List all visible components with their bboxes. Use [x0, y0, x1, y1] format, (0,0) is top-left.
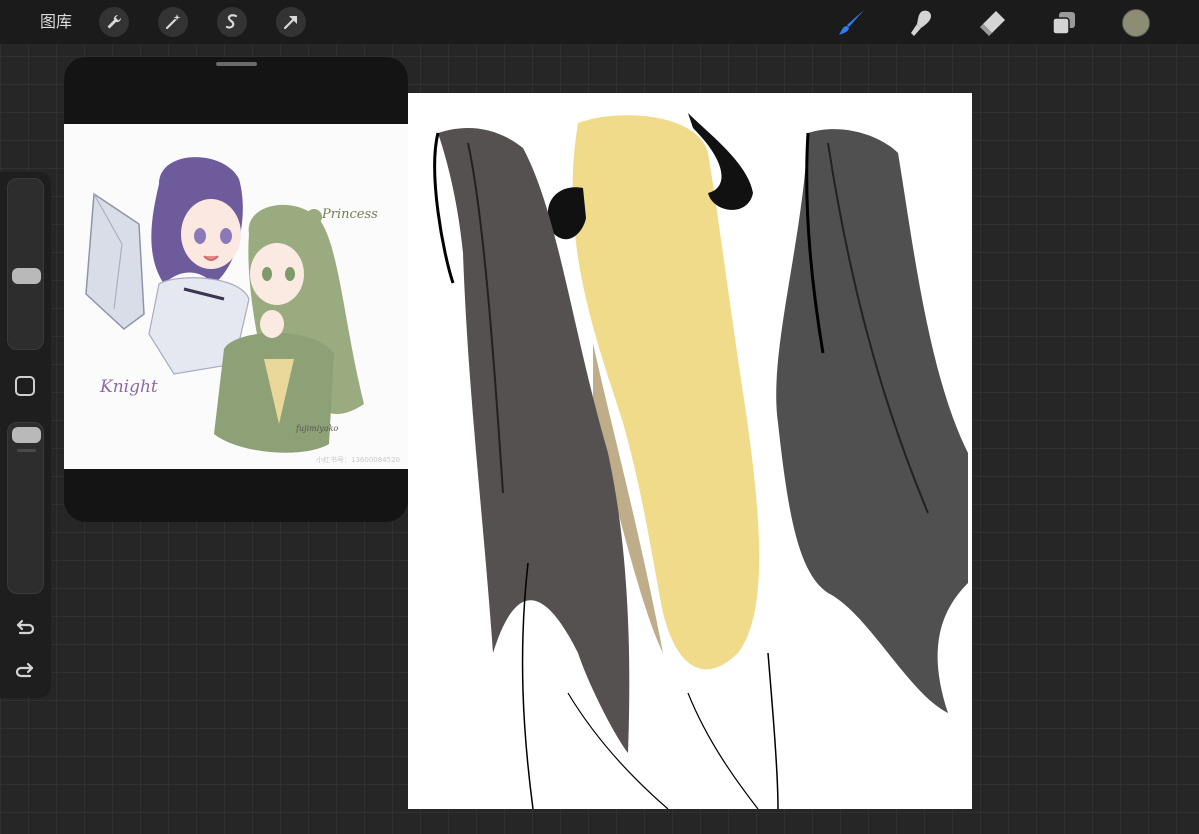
- selection-icon: [225, 14, 238, 29]
- smudge-icon: [911, 10, 931, 36]
- knight-caption: Knight: [99, 377, 158, 397]
- brush-size-thumb[interactable]: [12, 268, 41, 284]
- artist-signature: fujimiyako: [295, 424, 338, 433]
- drawing-canvas[interactable]: [408, 93, 972, 809]
- brush-size-slider[interactable]: [7, 178, 44, 350]
- redo-button[interactable]: [12, 658, 38, 684]
- wrench-icon: [107, 14, 122, 29]
- undo-button[interactable]: [12, 615, 38, 641]
- brush-button[interactable]: [837, 8, 867, 38]
- reference-window-grabber[interactable]: [216, 62, 257, 66]
- undo-icon: [16, 619, 35, 635]
- reference-image: Princess Knight fujimiyako 小红书号：13600084…: [64, 124, 408, 469]
- square-icon: [15, 376, 35, 396]
- opacity-indicator: [17, 449, 36, 452]
- canvas-artwork: [433, 113, 968, 809]
- layers-icon: [1052, 12, 1075, 35]
- transform-button[interactable]: [276, 7, 306, 37]
- brush-icon: [839, 10, 864, 35]
- left-sidebar: [0, 172, 51, 698]
- transform-icon: [283, 16, 297, 30]
- princess-caption: Princess: [321, 207, 378, 222]
- color-picker-button[interactable]: [1122, 9, 1150, 37]
- redo-icon: [15, 662, 34, 678]
- adjustments-button[interactable]: [158, 7, 188, 37]
- gallery-button[interactable]: 图库: [40, 11, 72, 33]
- watermark-text: 小红书号：13600084520: [316, 455, 400, 464]
- selection-button[interactable]: [217, 7, 247, 37]
- modify-button[interactable]: [12, 373, 38, 399]
- opacity-thumb[interactable]: [12, 427, 41, 443]
- smudge-button[interactable]: [907, 8, 937, 38]
- reference-illustration: Princess Knight fujimiyako 小红书号：13600084…: [85, 157, 400, 464]
- magic-wand-icon: [165, 14, 181, 30]
- layers-button[interactable]: [1049, 8, 1079, 38]
- top-toolbar: 图库: [0, 0, 1199, 44]
- eraser-button[interactable]: [978, 8, 1008, 38]
- eraser-icon: [980, 11, 1005, 36]
- opacity-slider[interactable]: [7, 422, 44, 594]
- actions-button[interactable]: [99, 7, 129, 37]
